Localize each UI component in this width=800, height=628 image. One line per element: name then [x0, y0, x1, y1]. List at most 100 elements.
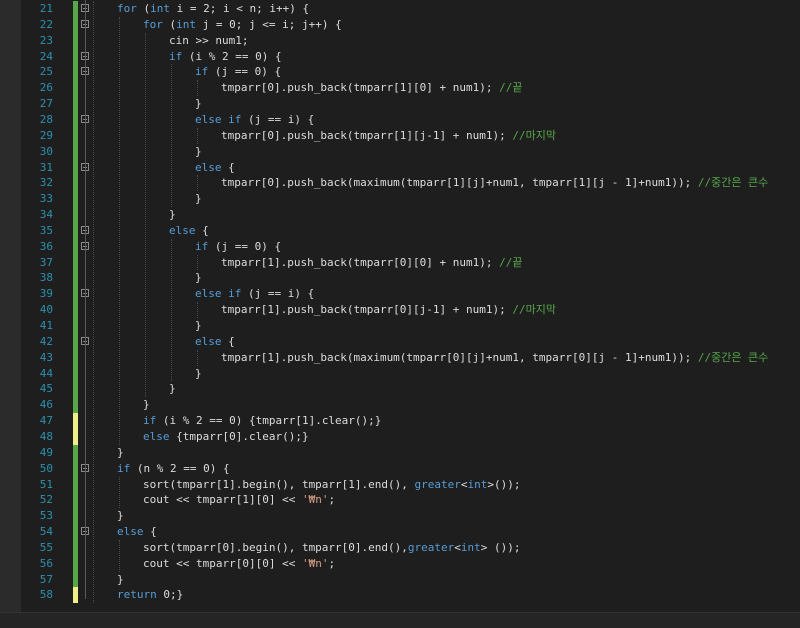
- saved-change-marker: [73, 524, 78, 541]
- horizontal-scrollbar[interactable]: [0, 612, 800, 628]
- code-text[interactable]: }: [195, 144, 202, 160]
- code-line[interactable]: 48 else {tmparr[0].clear();}: [0, 428, 800, 445]
- code-line[interactable]: 45}: [0, 381, 800, 398]
- code-text[interactable]: for (int i = 2; i < n; i++) {: [117, 1, 309, 17]
- code-text[interactable]: sort(tmparr[0].begin(), tmparr[0].end(),…: [143, 540, 521, 556]
- code-text[interactable]: cout << tmparr[1][0] << '₩n';: [143, 492, 335, 508]
- code-text[interactable]: }: [195, 191, 202, 207]
- code-line[interactable]: 44}: [0, 365, 800, 382]
- code-text[interactable]: tmparr[0].push_back(tmparr[1][j-1] + num…: [221, 128, 556, 144]
- code-token: (j == 0) {: [208, 239, 282, 253]
- code-text[interactable]: else if (j == i) {: [195, 286, 314, 302]
- indent-guide: [197, 254, 198, 271]
- code-line[interactable]: 32 tmparr[0].push_back(maximum(tmparr[1][…: [0, 175, 800, 192]
- code-line[interactable]: 56 cout << tmparr[0][0] << '₩n';: [0, 555, 800, 572]
- code-line[interactable]: 21 for (int i = 2; i < n; i++) {: [0, 1, 800, 17]
- code-text[interactable]: if (j == 0) {: [195, 239, 281, 255]
- code-token: tmparr[0].push_back(tmparr[1][j-1] + num…: [221, 128, 513, 142]
- code-line[interactable]: 29 tmparr[0].push_back(tmparr[1][j-1] + n…: [0, 127, 800, 144]
- code-text[interactable]: tmparr[1].push_back(maximum(tmparr[0][j]…: [221, 350, 768, 366]
- code-text[interactable]: else {: [195, 334, 235, 350]
- code-line[interactable]: 55 sort(tmparr[0].begin(), tmparr[0].end(…: [0, 539, 800, 556]
- code-line[interactable]: 40 tmparr[1].push_back(tmparr[0][j-1] + n…: [0, 302, 800, 319]
- code-text[interactable]: tmparr[0].push_back(tmparr[1][0] + num1)…: [221, 80, 523, 96]
- code-line[interactable]: 26 tmparr[0].push_back(tmparr[1][0] + num…: [0, 80, 800, 97]
- code-line[interactable]: 31 else {: [0, 159, 800, 176]
- keyword-token: if: [228, 287, 242, 301]
- code-line[interactable]: 58 return 0;}: [0, 587, 800, 604]
- code-line[interactable]: 23 cin >> num1;: [0, 32, 800, 49]
- code-text[interactable]: if (j == 0) {: [195, 64, 281, 80]
- code-token: > ());: [480, 540, 521, 554]
- code-line[interactable]: 51 sort(tmparr[1].begin(), tmparr[1].end(…: [0, 476, 800, 493]
- code-line[interactable]: 24 if (i % 2 == 0) {: [0, 48, 800, 65]
- code-text[interactable]: if (i % 2 == 0) {tmparr[1].clear();}: [143, 413, 381, 429]
- code-line[interactable]: 25 if (j == 0) {: [0, 64, 800, 81]
- code-text[interactable]: tmparr[0].push_back(maximum(tmparr[1][j]…: [221, 175, 768, 191]
- code-line[interactable]: 50 if (n % 2 == 0) {: [0, 460, 800, 477]
- line-number: 36: [39, 239, 53, 253]
- code-line[interactable]: 53}: [0, 508, 800, 525]
- code-text[interactable]: }: [143, 397, 150, 413]
- comment-token: //중간은 큰수: [697, 176, 769, 190]
- code-text[interactable]: cin >> num1;: [169, 33, 248, 49]
- code-text[interactable]: }: [169, 207, 176, 223]
- code-token: j = 0; j <= i; j++) {: [196, 17, 342, 31]
- code-token: }: [195, 192, 202, 206]
- code-line[interactable]: 22 for (int j = 0; j <= i; j++) {: [0, 16, 800, 33]
- code-line[interactable]: 52 cout << tmparr[1][0] << '₩n';: [0, 492, 800, 509]
- saved-change-marker: [73, 207, 78, 224]
- code-line[interactable]: 41}: [0, 318, 800, 334]
- code-line[interactable]: 57}: [0, 571, 800, 588]
- code-text[interactable]: }: [117, 508, 124, 524]
- code-text[interactable]: }: [195, 96, 202, 112]
- code-line[interactable]: 30}: [0, 143, 800, 160]
- line-number: 51: [39, 477, 53, 491]
- indent-guide: [93, 1, 94, 604]
- code-text[interactable]: }: [195, 270, 202, 286]
- code-text[interactable]: else {: [195, 160, 235, 176]
- code-text[interactable]: return 0;}: [117, 587, 183, 603]
- code-text[interactable]: else {: [117, 524, 157, 540]
- code-text[interactable]: if (n % 2 == 0) {: [117, 461, 230, 477]
- saved-change-marker: [73, 143, 78, 160]
- string-token: '₩n': [301, 493, 329, 507]
- code-line[interactable]: 46}: [0, 397, 800, 414]
- code-line[interactable]: 37 tmparr[1].push_back(tmparr[0][0] + num…: [0, 254, 800, 271]
- code-text[interactable]: for (int j = 0; j <= i; j++) {: [143, 17, 342, 33]
- code-text[interactable]: }: [195, 366, 202, 382]
- indent-guide: [197, 349, 198, 366]
- code-text[interactable]: }: [195, 318, 202, 334]
- code-token: sort(tmparr[1].begin(), tmparr[1].end(),: [143, 477, 415, 491]
- code-text[interactable]: tmparr[1].push_back(tmparr[0][j-1] + num…: [221, 302, 556, 318]
- line-number: 58: [39, 588, 53, 602]
- code-line[interactable]: 33}: [0, 191, 800, 208]
- code-text[interactable]: cout << tmparr[0][0] << '₩n';: [143, 556, 335, 572]
- code-text[interactable]: }: [169, 381, 176, 397]
- code-line[interactable]: 35 else {: [0, 222, 800, 239]
- saved-change-marker: [73, 64, 78, 81]
- code-text[interactable]: else if (j == i) {: [195, 112, 314, 128]
- code-line[interactable]: 49}: [0, 444, 800, 461]
- code-line[interactable]: 28 else if (j == i) {: [0, 111, 800, 128]
- code-line[interactable]: 34}: [0, 207, 800, 224]
- code-text[interactable]: sort(tmparr[1].begin(), tmparr[1].end(),…: [143, 477, 521, 493]
- code-editor[interactable]: 21 for (int i = 2; i < n; i++) {22 for (in…: [0, 0, 800, 612]
- code-text[interactable]: else {: [169, 223, 209, 239]
- code-text[interactable]: if (i % 2 == 0) {: [169, 49, 282, 65]
- code-line[interactable]: 36 if (j == 0) {: [0, 238, 800, 255]
- code-line[interactable]: 43 tmparr[1].push_back(maximum(tmparr[0][…: [0, 349, 800, 366]
- code-token: {: [195, 223, 209, 237]
- code-line[interactable]: 39 else if (j == i) {: [0, 286, 800, 303]
- code-line[interactable]: 42 else {: [0, 333, 800, 350]
- code-line[interactable]: 54 else {: [0, 524, 800, 541]
- code-text[interactable]: }: [117, 445, 124, 461]
- code-line[interactable]: 27}: [0, 96, 800, 113]
- code-text[interactable]: tmparr[1].push_back(tmparr[0][0] + num1)…: [221, 255, 523, 271]
- code-text[interactable]: }: [117, 572, 124, 588]
- code-line[interactable]: 47 if (i % 2 == 0) {tmparr[1].clear();}: [0, 413, 800, 430]
- code-text[interactable]: else {tmparr[0].clear();}: [143, 429, 309, 445]
- code-line[interactable]: 38}: [0, 270, 800, 287]
- line-number: 41: [39, 319, 53, 332]
- saved-change-marker: [73, 222, 78, 239]
